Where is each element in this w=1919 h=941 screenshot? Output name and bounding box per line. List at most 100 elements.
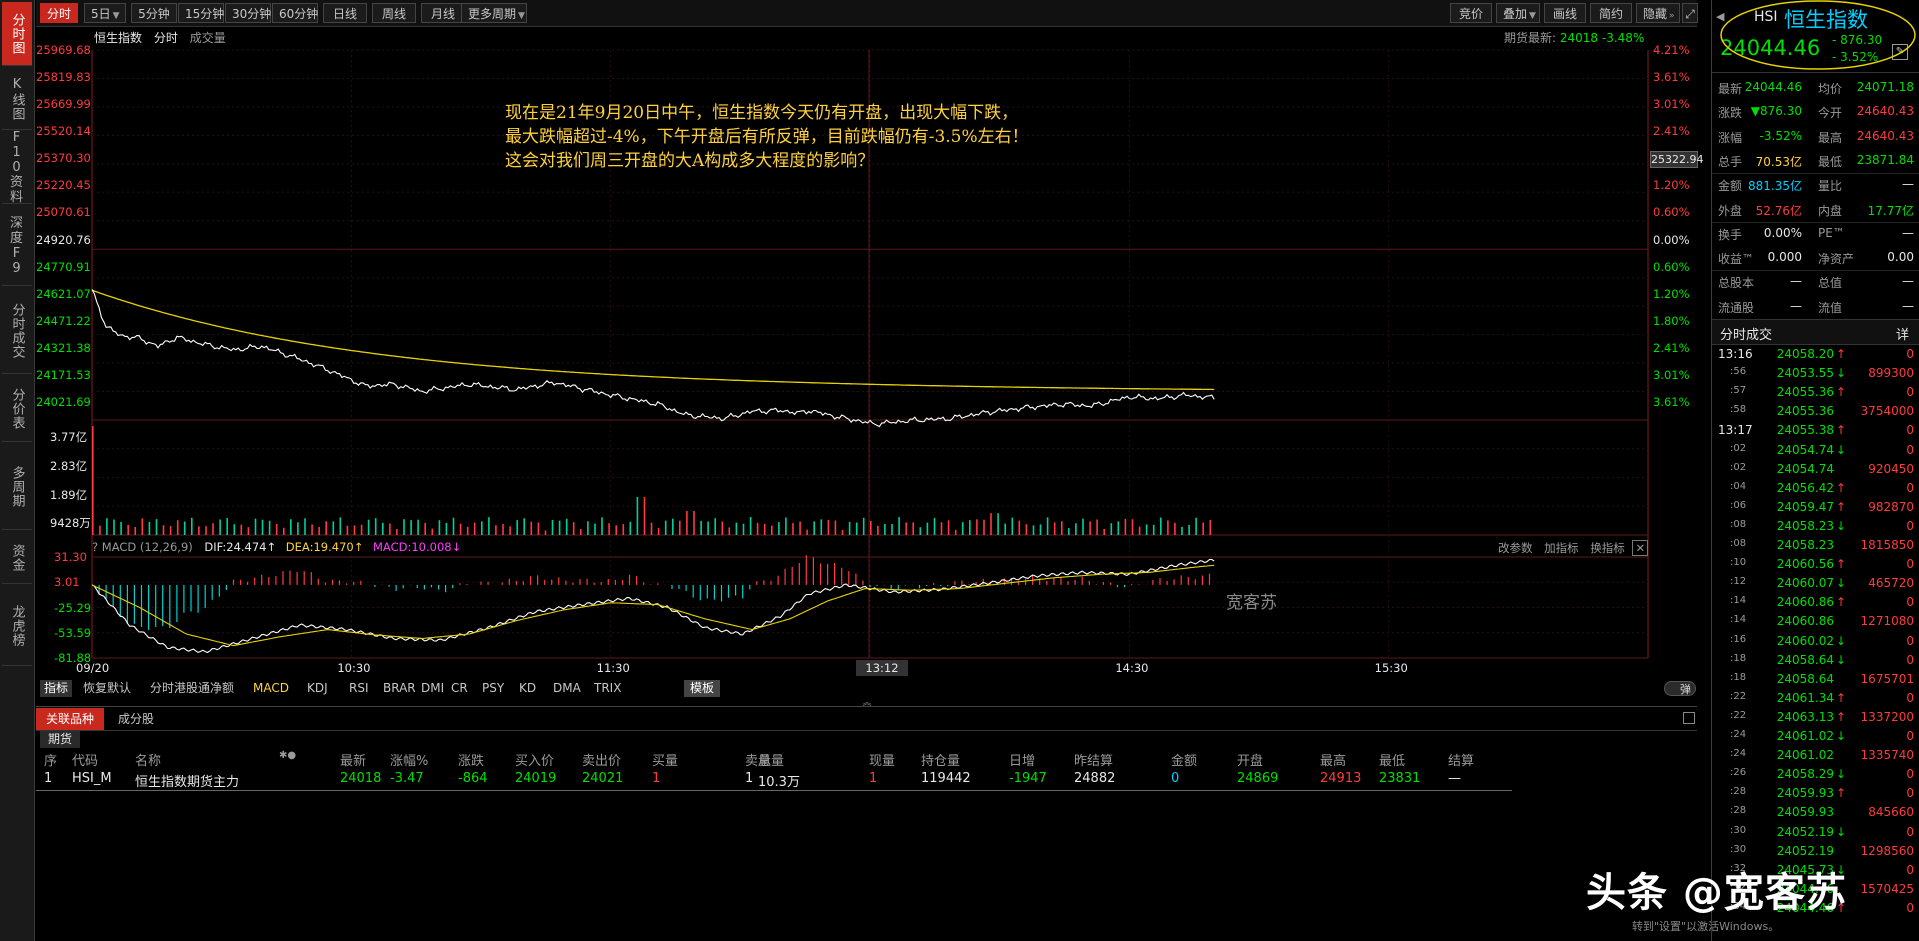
trade-time: :10 bbox=[1730, 557, 1747, 569]
table-cell[interactable]: 1 bbox=[652, 771, 660, 786]
volume-bar bbox=[827, 519, 830, 535]
table-cell[interactable]: 1 bbox=[869, 771, 877, 786]
quote-field-label: 最低 bbox=[1818, 154, 1843, 169]
indicator-tab[interactable]: CR bbox=[451, 680, 468, 697]
indicator-tab[interactable]: DMI bbox=[421, 680, 444, 697]
indicator-tab[interactable]: MACD bbox=[253, 680, 289, 697]
volume-bar bbox=[473, 522, 476, 535]
table-header: 序 bbox=[44, 754, 58, 769]
trades-title: 分时成交 bbox=[1720, 328, 1773, 343]
quote-row: 最新 24044.46 均价 24071.18 bbox=[1712, 76, 1919, 100]
volume-bar bbox=[1032, 525, 1035, 535]
indicator-tab[interactable]: 模板 bbox=[684, 680, 721, 697]
table-cell[interactable]: 24869 bbox=[1237, 771, 1278, 786]
trade-row: :18 24058.64 1675701 bbox=[1712, 670, 1919, 689]
volume-bar bbox=[1046, 517, 1049, 535]
volume-bar bbox=[1195, 517, 1197, 535]
volume-bar bbox=[452, 517, 455, 535]
volume-bar bbox=[459, 523, 462, 535]
trade-time: :22 bbox=[1730, 690, 1747, 702]
trade-price: 24060.86 bbox=[1776, 614, 1834, 629]
table-cell[interactable]: 23831 bbox=[1379, 771, 1420, 786]
trade-time: 13:17 bbox=[1718, 423, 1753, 438]
table-cell[interactable]: HSI_M bbox=[72, 771, 112, 786]
popup-toggle[interactable]: 弹 bbox=[1664, 681, 1696, 696]
edit-params-button[interactable]: 改参数 bbox=[1498, 541, 1533, 555]
table-cell[interactable]: 0 bbox=[1171, 771, 1179, 786]
table-cell[interactable]: -3.47 bbox=[390, 771, 424, 786]
volume-bar bbox=[785, 517, 787, 535]
table-cell[interactable]: 24019 bbox=[515, 771, 556, 786]
volume-bar bbox=[240, 524, 243, 535]
volume-bar bbox=[389, 523, 391, 535]
switch-indicator-button[interactable]: 换指标 bbox=[1590, 541, 1625, 555]
volume-bar bbox=[191, 517, 193, 535]
trade-price: 24058.64 bbox=[1776, 652, 1834, 667]
indicator-tab[interactable]: 分时港股通净额 bbox=[150, 680, 234, 697]
indicator-tab[interactable]: BRAR bbox=[383, 680, 416, 697]
volume-bar bbox=[792, 523, 794, 535]
volume-bar bbox=[608, 523, 610, 535]
table-cell[interactable]: 24018 bbox=[340, 771, 381, 786]
volume-bar bbox=[148, 521, 151, 535]
volume-bar bbox=[509, 526, 511, 535]
trade-volume: 1335740 bbox=[1860, 748, 1914, 763]
column-settings-icon[interactable]: ✱● bbox=[279, 750, 296, 761]
trade-time: :28 bbox=[1730, 786, 1747, 798]
highlight-ellipse bbox=[1720, 0, 1916, 70]
table-cell[interactable]: 1 bbox=[745, 771, 753, 786]
volume-bar bbox=[926, 522, 929, 535]
trade-price: 24061.02 bbox=[1776, 729, 1834, 743]
table-cell[interactable]: -864 bbox=[458, 771, 488, 786]
maximize-icon[interactable] bbox=[1683, 712, 1695, 724]
trade-time: 13:16 bbox=[1718, 347, 1753, 361]
trade-volume: 1271080 bbox=[1860, 614, 1914, 629]
indicator-tab[interactable]: 恢复默认 bbox=[83, 680, 131, 697]
table-cell[interactable]: 119442 bbox=[921, 771, 971, 786]
table-cell[interactable]: 24913 bbox=[1320, 771, 1361, 786]
quote-row: 外盘 52.76亿 内盘 17.77亿 bbox=[1712, 198, 1919, 222]
table-header: 最高 bbox=[1320, 754, 1347, 769]
volume-tick-label: 9428万 bbox=[50, 516, 91, 531]
trades-detail-button[interactable]: 详 bbox=[1896, 324, 1909, 343]
quote-field-label: 总股本 bbox=[1718, 276, 1755, 291]
indicator-tab[interactable]: KD bbox=[519, 680, 536, 697]
quote-field-value: — bbox=[1902, 225, 1914, 240]
up-arrow-icon: ↑ bbox=[1836, 385, 1847, 400]
indicator-tab[interactable]: RSI bbox=[349, 680, 369, 697]
table-cell[interactable]: -1947 bbox=[1009, 771, 1047, 786]
macd-collapse-icon[interactable]: ? bbox=[92, 540, 98, 554]
indicator-tab[interactable]: KDJ bbox=[307, 680, 328, 697]
table-cell[interactable]: 10.3万 bbox=[758, 771, 800, 790]
volume-bar bbox=[466, 526, 469, 535]
volume-bar bbox=[183, 521, 186, 535]
table-cell[interactable]: 恒生指数期货主力 bbox=[135, 771, 239, 790]
volume-bar bbox=[1202, 522, 1204, 535]
indicator-tab[interactable]: DMA bbox=[553, 680, 581, 697]
volume-bar bbox=[247, 527, 250, 535]
table-cell[interactable]: 24021 bbox=[582, 771, 623, 786]
volume-bar bbox=[672, 518, 674, 535]
trade-time: :04 bbox=[1730, 480, 1747, 492]
trade-time: :30 bbox=[1730, 843, 1747, 855]
tab-futures[interactable]: 期货 bbox=[40, 731, 80, 748]
volume-bar bbox=[580, 529, 582, 535]
table-cell[interactable]: — bbox=[1448, 771, 1461, 786]
volume-bar bbox=[650, 522, 653, 535]
volume-bar bbox=[205, 526, 207, 535]
close-icon[interactable]: ✕ bbox=[1632, 540, 1649, 556]
indicator-tab[interactable]: PSY bbox=[482, 680, 504, 697]
indicator-tab[interactable]: TRIX bbox=[594, 680, 621, 697]
table-cell[interactable]: 1 bbox=[44, 771, 52, 786]
table-cell[interactable]: 24882 bbox=[1074, 771, 1115, 786]
add-indicator-button[interactable]: 加指标 bbox=[1544, 541, 1579, 555]
indicator-tab[interactable]: 指标 bbox=[40, 680, 73, 697]
table-header: 买量 bbox=[652, 754, 679, 769]
tab-constituents[interactable]: 成分股 bbox=[108, 708, 164, 730]
tab-related-products[interactable]: 关联品种 bbox=[36, 708, 105, 730]
up-arrow-icon: ↑ bbox=[1836, 347, 1847, 361]
volume-bar bbox=[721, 521, 724, 535]
volume-bar bbox=[1096, 519, 1098, 535]
volume-bar bbox=[1145, 524, 1148, 535]
quote-field-label: 总手 bbox=[1718, 154, 1743, 169]
